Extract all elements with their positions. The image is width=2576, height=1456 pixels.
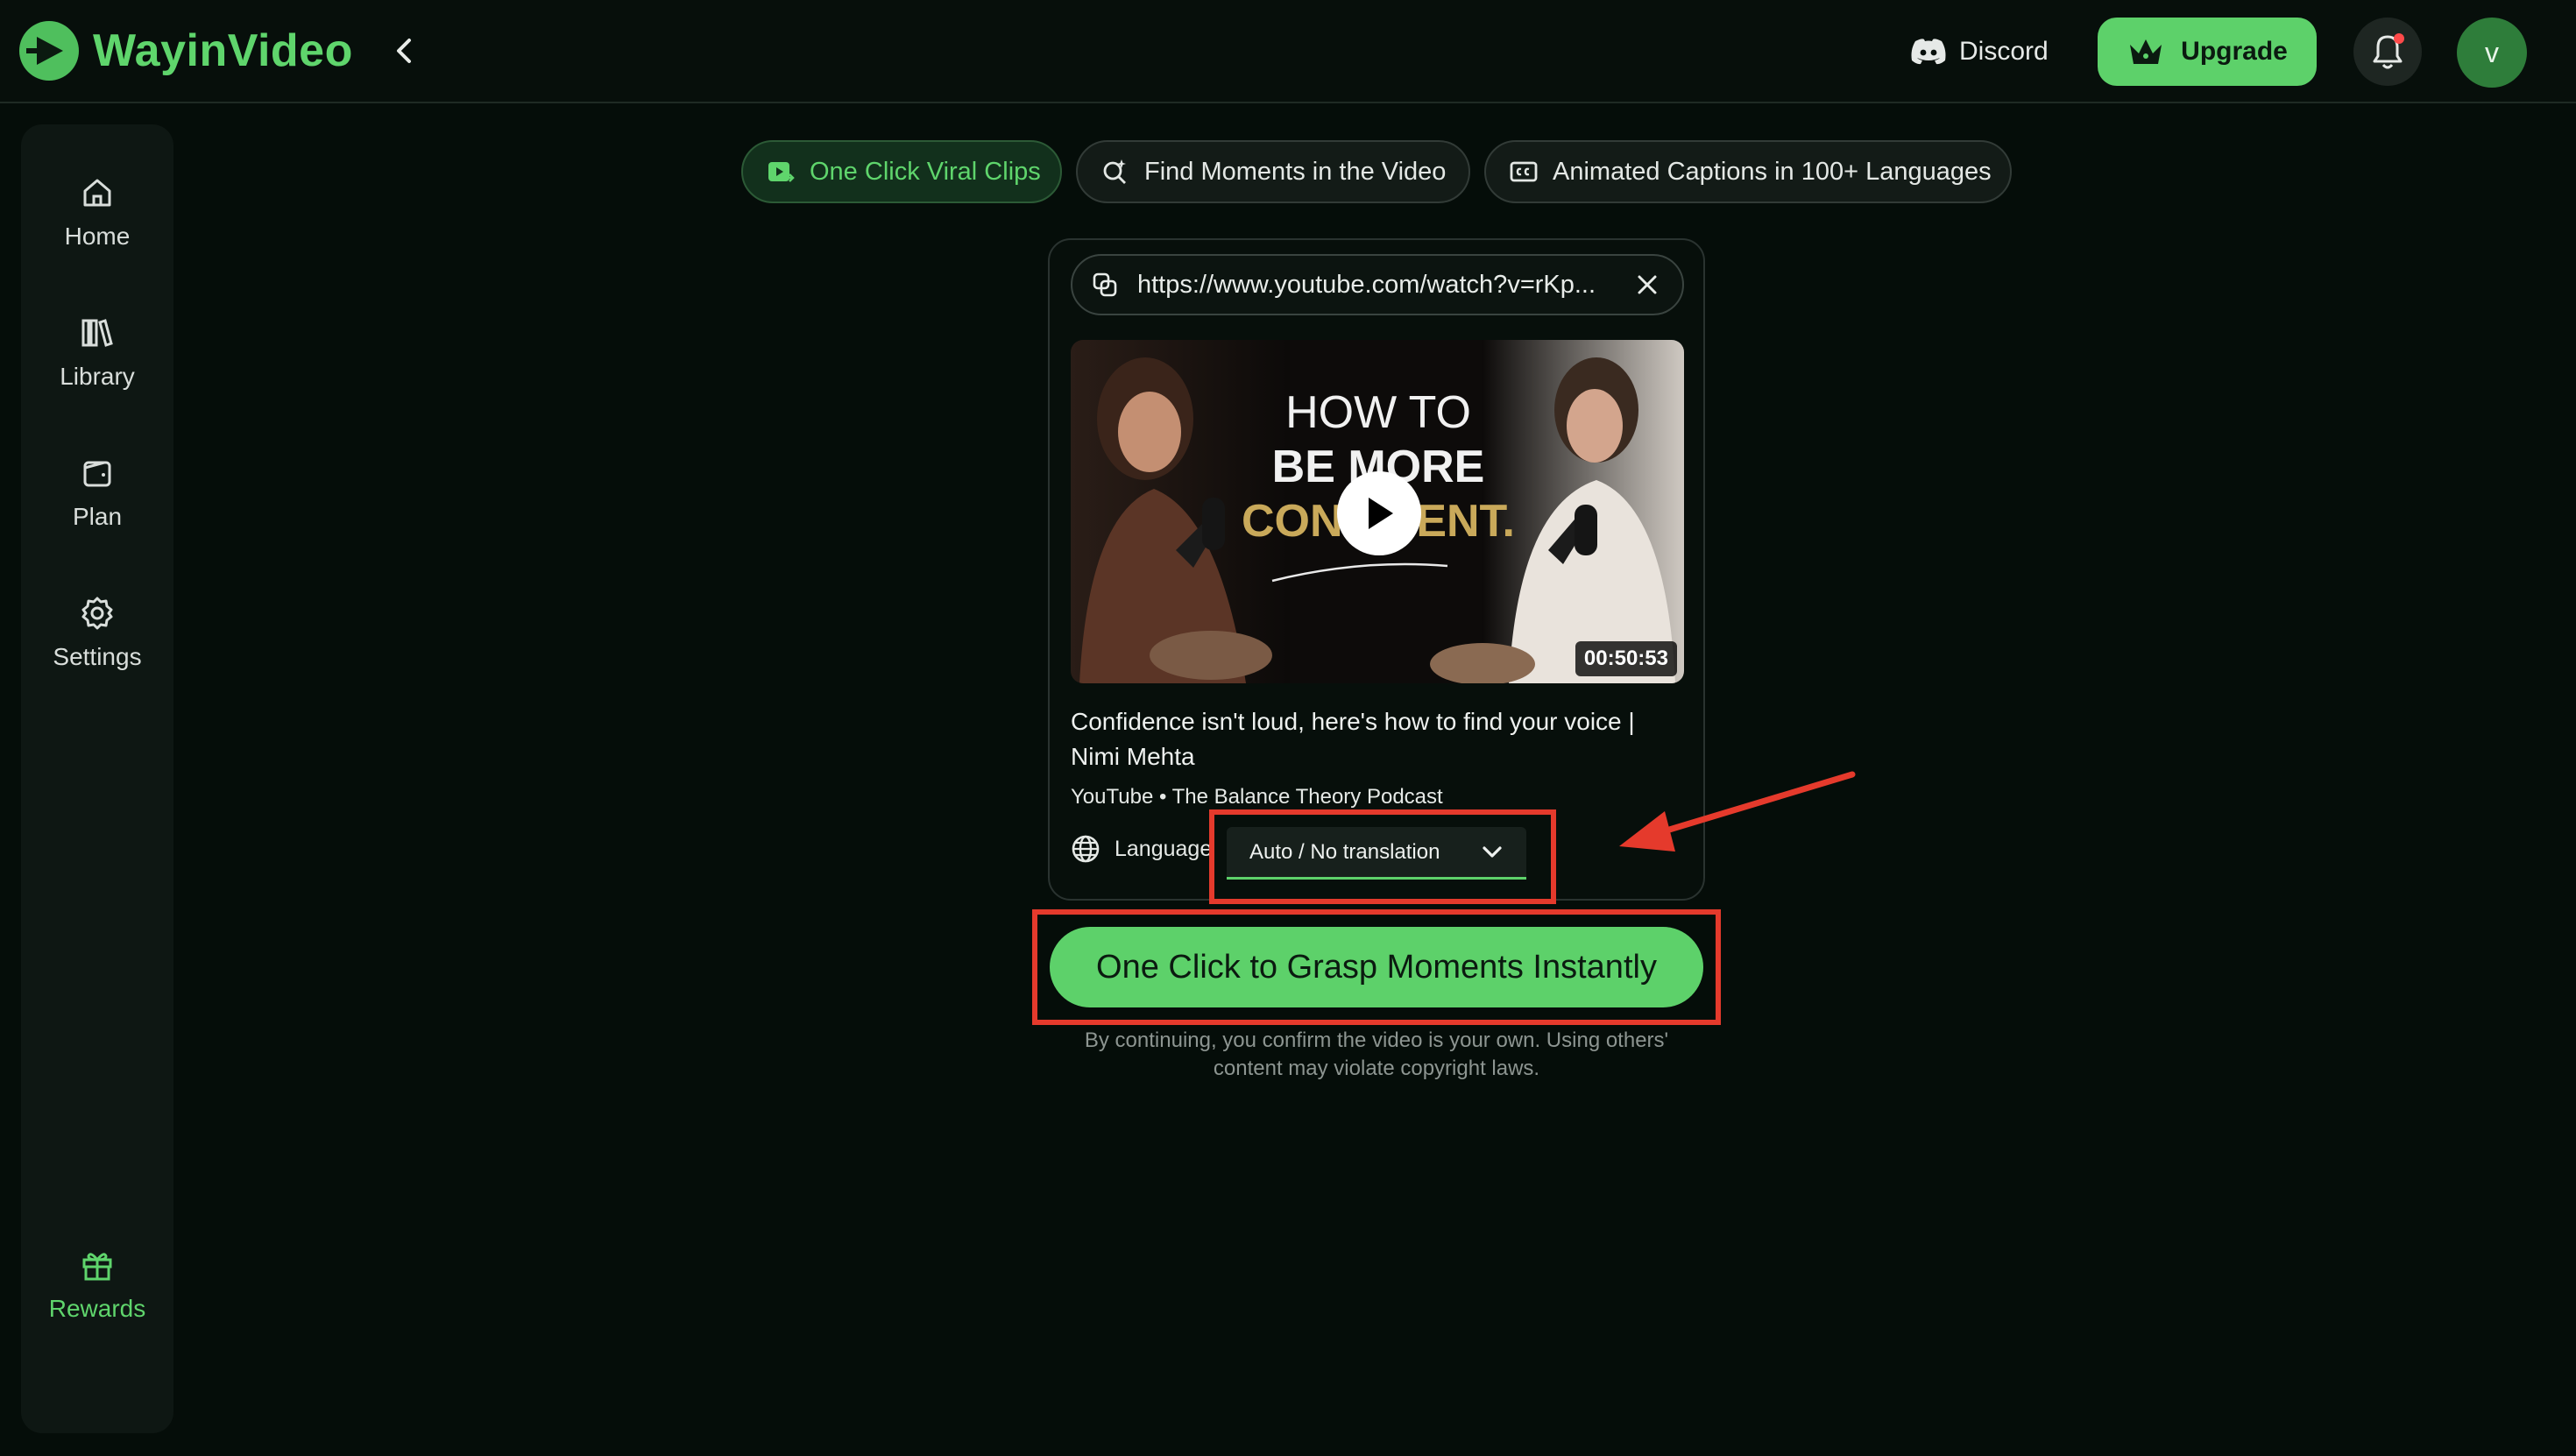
- notification-dot: [2394, 33, 2404, 44]
- avatar[interactable]: v: [2457, 18, 2527, 88]
- url-field[interactable]: [1071, 254, 1684, 315]
- tab-find-moments[interactable]: Find Moments in the Video: [1076, 140, 1470, 203]
- tab-animated-captions[interactable]: Animated Captions in 100+ Languages: [1484, 140, 2012, 203]
- discord-icon: [1911, 39, 1946, 65]
- annotation-arrow: [1619, 771, 1856, 852]
- app-logo[interactable]: WayinVideo: [18, 18, 353, 84]
- app-name: WayinVideo: [93, 25, 353, 76]
- notifications-button[interactable]: [2353, 18, 2422, 86]
- home-icon: [83, 179, 111, 207]
- tab-label: One Click Viral Clips: [810, 157, 1041, 186]
- thumbnail-title-line1: HOW TO: [1285, 387, 1471, 438]
- sidebar-item-settings[interactable]: Settings: [21, 580, 173, 685]
- tab-label: Animated Captions in 100+ Languages: [1553, 157, 1992, 186]
- tab-label: Find Moments in the Video: [1144, 157, 1447, 186]
- top-bar: WayinVideo Discord Upgrade v: [0, 0, 2576, 103]
- play-button[interactable]: [1337, 471, 1421, 555]
- close-icon: [1638, 275, 1657, 294]
- language-select[interactable]: Auto / No translation: [1227, 827, 1526, 880]
- duration-badge: 00:50:53: [1575, 641, 1677, 676]
- clip-icon: [768, 162, 795, 182]
- crown-icon: [2130, 39, 2162, 64]
- clear-url-button[interactable]: [1631, 269, 1663, 300]
- language-select-value: Auto / No translation: [1249, 839, 1440, 864]
- language-label: Language: [1115, 836, 1213, 861]
- search-sparkle-icon: [1103, 159, 1126, 184]
- sidebar-item-home[interactable]: Home: [21, 159, 173, 265]
- globe-icon: [1072, 835, 1100, 863]
- collapse-sidebar-button[interactable]: [386, 32, 424, 70]
- play-icon: [1369, 498, 1393, 529]
- grasp-moments-button[interactable]: One Click to Grasp Moments Instantly: [1050, 927, 1703, 1007]
- chevron-down-icon: [1483, 845, 1502, 858]
- sidebar-item-library[interactable]: Library: [21, 300, 173, 405]
- discord-link[interactable]: Discord: [1910, 28, 2049, 75]
- tab-one-click-viral-clips[interactable]: One Click Viral Clips: [741, 140, 1062, 203]
- wallet-icon: [83, 461, 111, 487]
- sidebar-item-label: Settings: [53, 643, 142, 670]
- sidebar-item-rewards[interactable]: Rewards: [21, 1232, 173, 1337]
- discord-label: Discord: [1959, 37, 2049, 66]
- sidebar-item-label: Home: [64, 223, 131, 250]
- captions-icon: [1510, 161, 1538, 182]
- gear-icon: [81, 597, 113, 630]
- video-meta: YouTube • The Balance Theory Podcast: [1071, 785, 1443, 809]
- sidebar-item-plan[interactable]: Plan: [21, 440, 173, 545]
- sidebar-item-label: Rewards: [48, 1295, 146, 1322]
- language-row: Language: [1071, 827, 1212, 871]
- chevron-left-icon: [397, 39, 411, 63]
- link-icon: [1093, 272, 1117, 297]
- upgrade-button[interactable]: Upgrade: [2098, 18, 2317, 86]
- video-title: Confidence isn't loud, here's how to fin…: [1071, 708, 1635, 770]
- url-input[interactable]: [1137, 270, 1631, 300]
- sidebar-item-label: Plan: [72, 503, 123, 530]
- copyright-disclaimer: By continuing, you confirm the video is …: [1084, 1028, 1669, 1080]
- sidebar: Home Library Plan Settings Rewards: [21, 124, 173, 1433]
- gift-icon: [82, 1253, 112, 1281]
- sidebar-item-label: Library: [60, 363, 135, 390]
- video-thumbnail[interactable]: HOW TO BE MORE CONFIDENT. 00:50:53: [1071, 340, 1684, 683]
- avatar-initial: v: [2485, 36, 2499, 68]
- upgrade-label: Upgrade: [2181, 37, 2288, 66]
- library-icon: [81, 319, 113, 347]
- logo-icon: [19, 21, 79, 81]
